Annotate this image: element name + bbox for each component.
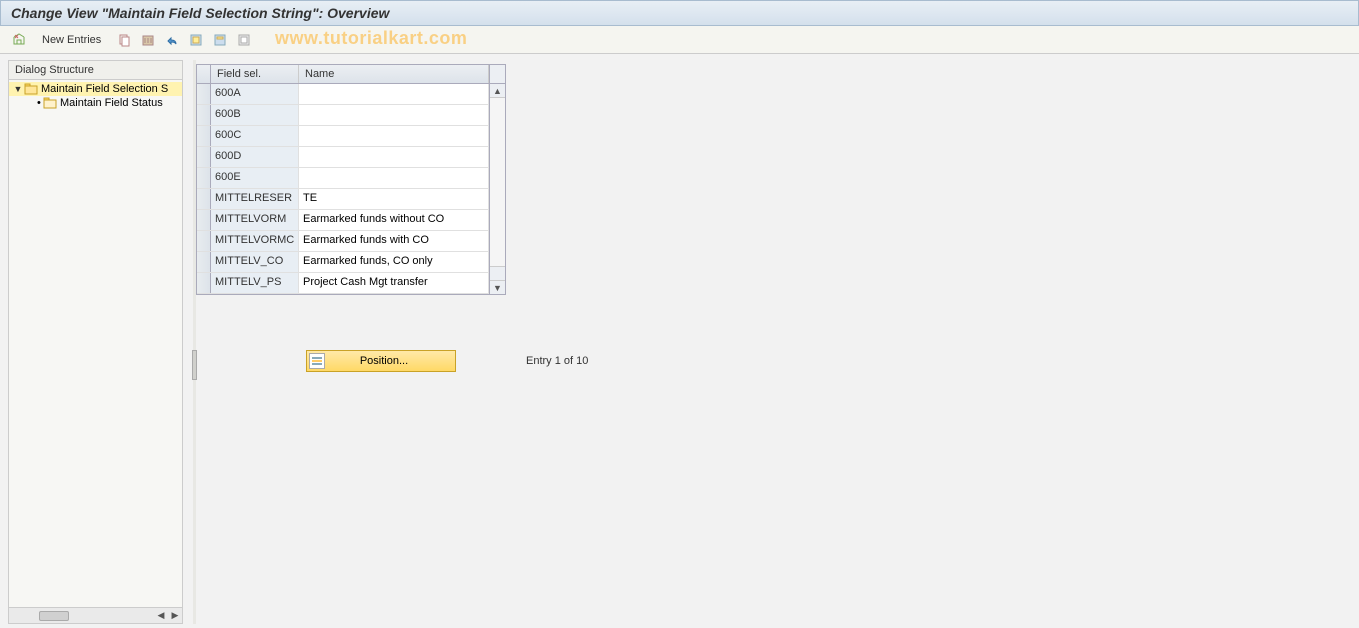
scrollbar-thumb[interactable] (39, 611, 69, 621)
cell-field-sel[interactable]: MITTELV_CO (211, 252, 299, 272)
new-entries-button[interactable]: New Entries (34, 32, 109, 48)
delete-icon[interactable] (139, 31, 157, 49)
row-selector[interactable] (197, 168, 211, 188)
toggle-icon[interactable] (10, 31, 28, 49)
row-selector[interactable] (197, 252, 211, 272)
column-header-end (489, 65, 505, 83)
position-button[interactable]: Position... (306, 350, 456, 372)
cell-field-sel[interactable]: 600D (211, 147, 299, 167)
copy-icon[interactable] (115, 31, 133, 49)
tree-horizontal-scrollbar[interactable]: ◀ ▶ (9, 607, 182, 623)
cell-field-sel[interactable]: MITTELV_PS (211, 273, 299, 293)
cell-field-sel[interactable]: MITTELVORMC (211, 231, 299, 251)
tree-node-label: Maintain Field Status (60, 97, 163, 109)
tree-node-label: Maintain Field Selection S (41, 83, 168, 95)
column-header-name[interactable]: Name (299, 65, 489, 83)
cell-name[interactable]: Earmarked funds with CO (299, 231, 489, 251)
folder-open-icon (24, 83, 38, 95)
table-row: 600B (197, 105, 489, 126)
cell-field-sel[interactable]: MITTELVORM (211, 210, 299, 230)
row-selector[interactable] (197, 189, 211, 209)
tree-node-maintain-field-status[interactable]: • Maintain Field Status (9, 96, 182, 110)
toolbar: New Entries www.tutorialkart.com (0, 26, 1359, 54)
field-selection-table: Field sel. Name 600A 600B (196, 64, 506, 295)
cell-field-sel[interactable]: 600C (211, 126, 299, 146)
page-title: Change View "Maintain Field Selection St… (11, 5, 389, 21)
expand-toggle-icon[interactable]: ▼ (13, 84, 23, 94)
table-row: 600A (197, 84, 489, 105)
table-row: 600D (197, 147, 489, 168)
cell-field-sel[interactable]: MITTELRESER (211, 189, 299, 209)
position-label: Position... (331, 355, 453, 367)
cell-field-sel[interactable]: 600B (211, 105, 299, 125)
row-selector[interactable] (197, 210, 211, 230)
watermark: www.tutorialkart.com (275, 28, 467, 49)
main-area: Dialog Structure ▼ Maintain Field Select… (0, 54, 1359, 628)
row-selector[interactable] (197, 147, 211, 167)
cell-name[interactable] (299, 147, 489, 167)
tree-body: ▼ Maintain Field Selection S • Maintain … (9, 80, 182, 607)
table-header: Field sel. Name (197, 65, 505, 84)
cell-name[interactable]: Project Cash Mgt transfer (299, 273, 489, 293)
cell-name[interactable] (299, 168, 489, 188)
cell-name[interactable]: Earmarked funds, CO only (299, 252, 489, 272)
scroll-up-icon[interactable]: ▲ (490, 84, 505, 98)
content-area: Field sel. Name 600A 600B (196, 60, 1355, 624)
table-row: MITTELV_CO Earmarked funds, CO only (197, 252, 489, 273)
select-block-icon[interactable] (211, 31, 229, 49)
row-selector[interactable] (197, 126, 211, 146)
dialog-structure-panel: Dialog Structure ▼ Maintain Field Select… (8, 60, 183, 624)
table-row: 600C (197, 126, 489, 147)
splitter-handle[interactable] (192, 350, 197, 380)
position-icon (309, 353, 325, 369)
cell-field-sel[interactable]: 600E (211, 168, 299, 188)
table-row: MITTELV_PS Project Cash Mgt transfer (197, 273, 489, 294)
scroll-left-icon[interactable]: ◀ (154, 609, 168, 623)
bottom-row: Position... Entry 1 of 10 (196, 350, 1355, 372)
table-row: MITTELRESER TE (197, 189, 489, 210)
scroll-right-icon[interactable]: ▶ (168, 609, 182, 623)
select-all-icon[interactable] (187, 31, 205, 49)
vertical-scrollbar[interactable]: ▲ ▼ (489, 84, 505, 294)
undo-icon[interactable] (163, 31, 181, 49)
table-body: 600A 600B 600C 600D (197, 84, 489, 294)
cell-name[interactable]: TE (299, 189, 489, 209)
cell-name[interactable] (299, 105, 489, 125)
scrollbar-spacer (490, 266, 505, 280)
column-header-field-sel[interactable]: Field sel. (211, 65, 299, 83)
row-selector[interactable] (197, 105, 211, 125)
cell-name[interactable] (299, 84, 489, 104)
tree-node-maintain-field-selection[interactable]: ▼ Maintain Field Selection S (9, 82, 182, 96)
cell-name[interactable] (299, 126, 489, 146)
folder-closed-icon (43, 97, 57, 109)
cell-field-sel[interactable]: 600A (211, 84, 299, 104)
table-row: MITTELVORMC Earmarked funds with CO (197, 231, 489, 252)
entry-counter: Entry 1 of 10 (526, 355, 588, 367)
deselect-all-icon[interactable] (235, 31, 253, 49)
row-selector[interactable] (197, 84, 211, 104)
title-bar: Change View "Maintain Field Selection St… (0, 0, 1359, 26)
table-row: 600E (197, 168, 489, 189)
tree-header: Dialog Structure (9, 61, 182, 80)
table-row: MITTELVORM Earmarked funds without CO (197, 210, 489, 231)
scroll-down-icon[interactable]: ▼ (490, 280, 505, 294)
select-all-corner[interactable] (197, 65, 211, 83)
cell-name[interactable]: Earmarked funds without CO (299, 210, 489, 230)
row-selector[interactable] (197, 273, 211, 293)
scrollbar-track[interactable] (490, 98, 505, 266)
row-selector[interactable] (197, 231, 211, 251)
